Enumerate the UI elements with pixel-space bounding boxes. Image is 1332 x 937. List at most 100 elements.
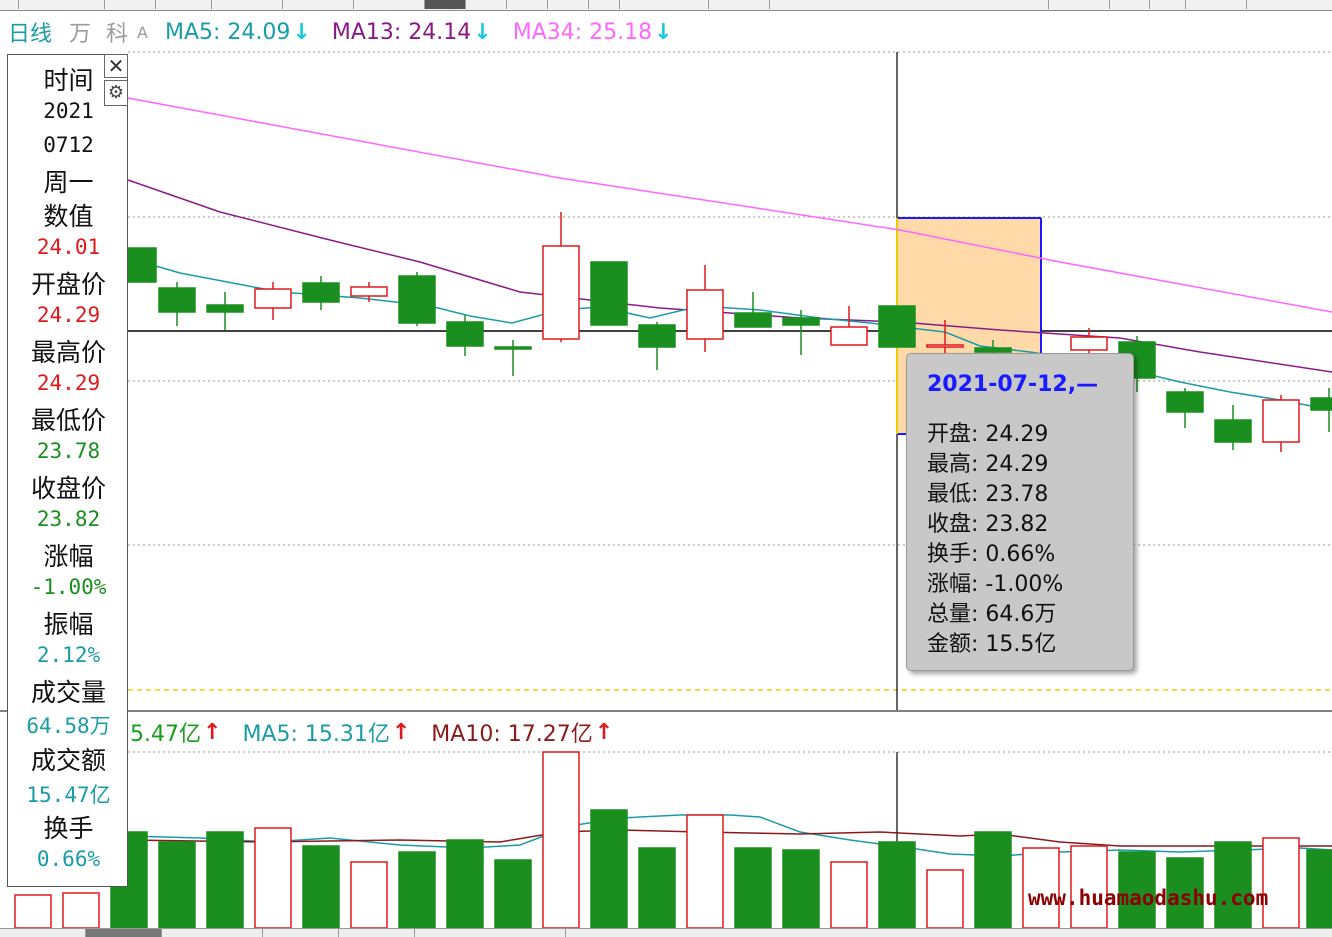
weekday-value: 周一 [43, 168, 94, 197]
volume-bar [782, 849, 820, 929]
date-value: 0712 [43, 133, 94, 157]
candle-body[interactable] [206, 304, 244, 313]
volume-value-panel: 64.58万 [26, 714, 111, 738]
volume-label: 成交量 [30, 678, 106, 707]
candle-body[interactable] [1310, 397, 1332, 411]
volume-bar [686, 814, 724, 929]
amount-label: 成交额 [30, 746, 106, 775]
ma13-value: MA13: 24.14 [331, 19, 472, 45]
turnover-label: 换手 [43, 814, 94, 843]
period-label[interactable]: 日线 [8, 16, 52, 48]
candle-tooltip: 2021-07-12,— 开盘: 24.29 最高: 24.29 最低: 23.… [906, 353, 1134, 671]
down-arrow-icon: ↓ [654, 19, 673, 45]
volume-bar [1262, 837, 1300, 929]
value-value: 24.01 [36, 235, 101, 259]
amount-value: 15.47亿 [26, 783, 111, 807]
candle-body[interactable] [302, 282, 340, 303]
quote-info-panel: 时间 2021 0712 周一 数值 24.01 开盘价 24.29 最高价 2… [7, 54, 128, 887]
volume-bar [350, 861, 388, 929]
tooltip-low: 最低: 23.78 [927, 482, 1049, 507]
volume-bar [638, 847, 676, 929]
volume-bar [734, 847, 772, 929]
open-label: 开盘价 [30, 270, 106, 299]
ma34-line [127, 97, 1332, 313]
low-value: 23.78 [36, 439, 101, 463]
tooltip-volume: 总量: 64.6万 [927, 602, 1057, 627]
candle-body[interactable] [398, 275, 436, 324]
ma5-value: MA5: 24.09 [165, 19, 291, 45]
change-value: -1.00% [30, 575, 107, 599]
up-arrow-icon: ↑ [203, 719, 222, 745]
candle-body[interactable] [830, 326, 868, 346]
high-label: 最高价 [30, 338, 106, 367]
candle-body[interactable] [590, 261, 628, 326]
volume-indicator-row: 5.47亿↑ MA5: 15.31亿↑ MA10: 17.27亿↑ [130, 716, 627, 748]
volume-bar [446, 839, 484, 929]
value-label: 数值 [43, 202, 94, 231]
tooltip-high: 最高: 24.29 [927, 452, 1049, 477]
amplitude-label: 振幅 [43, 610, 94, 639]
volume-bar [590, 809, 628, 929]
close-label: 收盘价 [30, 474, 106, 503]
up-arrow-icon: ↑ [594, 719, 614, 745]
tooltip-open: 开盘: 24.29 [927, 422, 1049, 447]
tooltip-amount: 金额: 15.5亿 [927, 632, 1057, 657]
volume-bar [926, 869, 964, 929]
volume-bar [398, 851, 436, 929]
candle-body[interactable] [878, 305, 916, 348]
volume-bar [14, 894, 52, 929]
up-arrow-icon: ↑ [391, 719, 411, 745]
candle-body[interactable] [350, 286, 388, 297]
tooltip-close: 收盘: 23.82 [927, 512, 1049, 537]
volume-bar [158, 841, 196, 929]
volume-value: 5.47亿 [130, 722, 201, 747]
candle-body[interactable] [494, 346, 532, 350]
candle-body[interactable] [782, 317, 820, 326]
volume-bar [1306, 849, 1332, 929]
candle-body[interactable] [974, 347, 1012, 353]
flag-wan: 万 [69, 22, 92, 47]
volume-bar [62, 892, 100, 929]
candle-body[interactable] [1262, 399, 1300, 443]
volume-bar [974, 831, 1012, 929]
high-value: 24.29 [36, 371, 101, 395]
turnover-value: 0.66% [36, 847, 101, 871]
candle-body[interactable] [446, 321, 484, 347]
close-icon[interactable]: ✕ [104, 54, 128, 78]
change-label: 涨幅 [43, 542, 94, 571]
candle-body[interactable] [1070, 336, 1108, 351]
candle-body[interactable] [254, 288, 292, 309]
candle-body[interactable] [542, 245, 580, 340]
volume-ma10-value: MA10: 17.27亿 [431, 722, 593, 747]
candle-body[interactable] [158, 287, 196, 313]
candle-body[interactable] [638, 324, 676, 348]
candle-body[interactable] [734, 312, 772, 328]
tooltip-date: 2021-07-12,— [927, 372, 1099, 397]
gear-icon[interactable]: ⚙ [104, 80, 128, 106]
tooltip-turnover: 换手: 0.66% [927, 542, 1056, 567]
ma-indicator-row: 日线 万 科 A MA5: 24.09↓ MA13: 24.14↓ MA34: … [8, 16, 687, 48]
low-label: 最低价 [30, 406, 106, 435]
close-value: 23.82 [36, 507, 101, 531]
candle-body[interactable] [1166, 391, 1204, 413]
candle-body[interactable] [1214, 419, 1252, 443]
volume-bar [542, 751, 580, 929]
volume-ma5-value: MA5: 15.31亿 [242, 722, 390, 747]
candle-body[interactable] [926, 344, 964, 348]
tooltip-change: 涨幅: -1.00% [927, 572, 1064, 597]
ma5-line [127, 257, 1332, 411]
candle-body[interactable] [686, 289, 724, 340]
volume-bar [494, 859, 532, 929]
amplitude-value: 2.12% [36, 643, 101, 667]
open-value: 24.29 [36, 303, 101, 327]
flag-ke: 科 [106, 22, 129, 47]
volume-bar [302, 845, 340, 929]
volume-bar [878, 841, 916, 929]
volume-bar [1214, 841, 1252, 929]
down-arrow-icon: ↓ [473, 19, 492, 45]
flag-a: A [137, 22, 148, 42]
volume-bar [830, 861, 868, 929]
volume-bar [206, 831, 244, 929]
candles [119, 212, 1332, 452]
volume-ma10-line [127, 829, 1332, 847]
